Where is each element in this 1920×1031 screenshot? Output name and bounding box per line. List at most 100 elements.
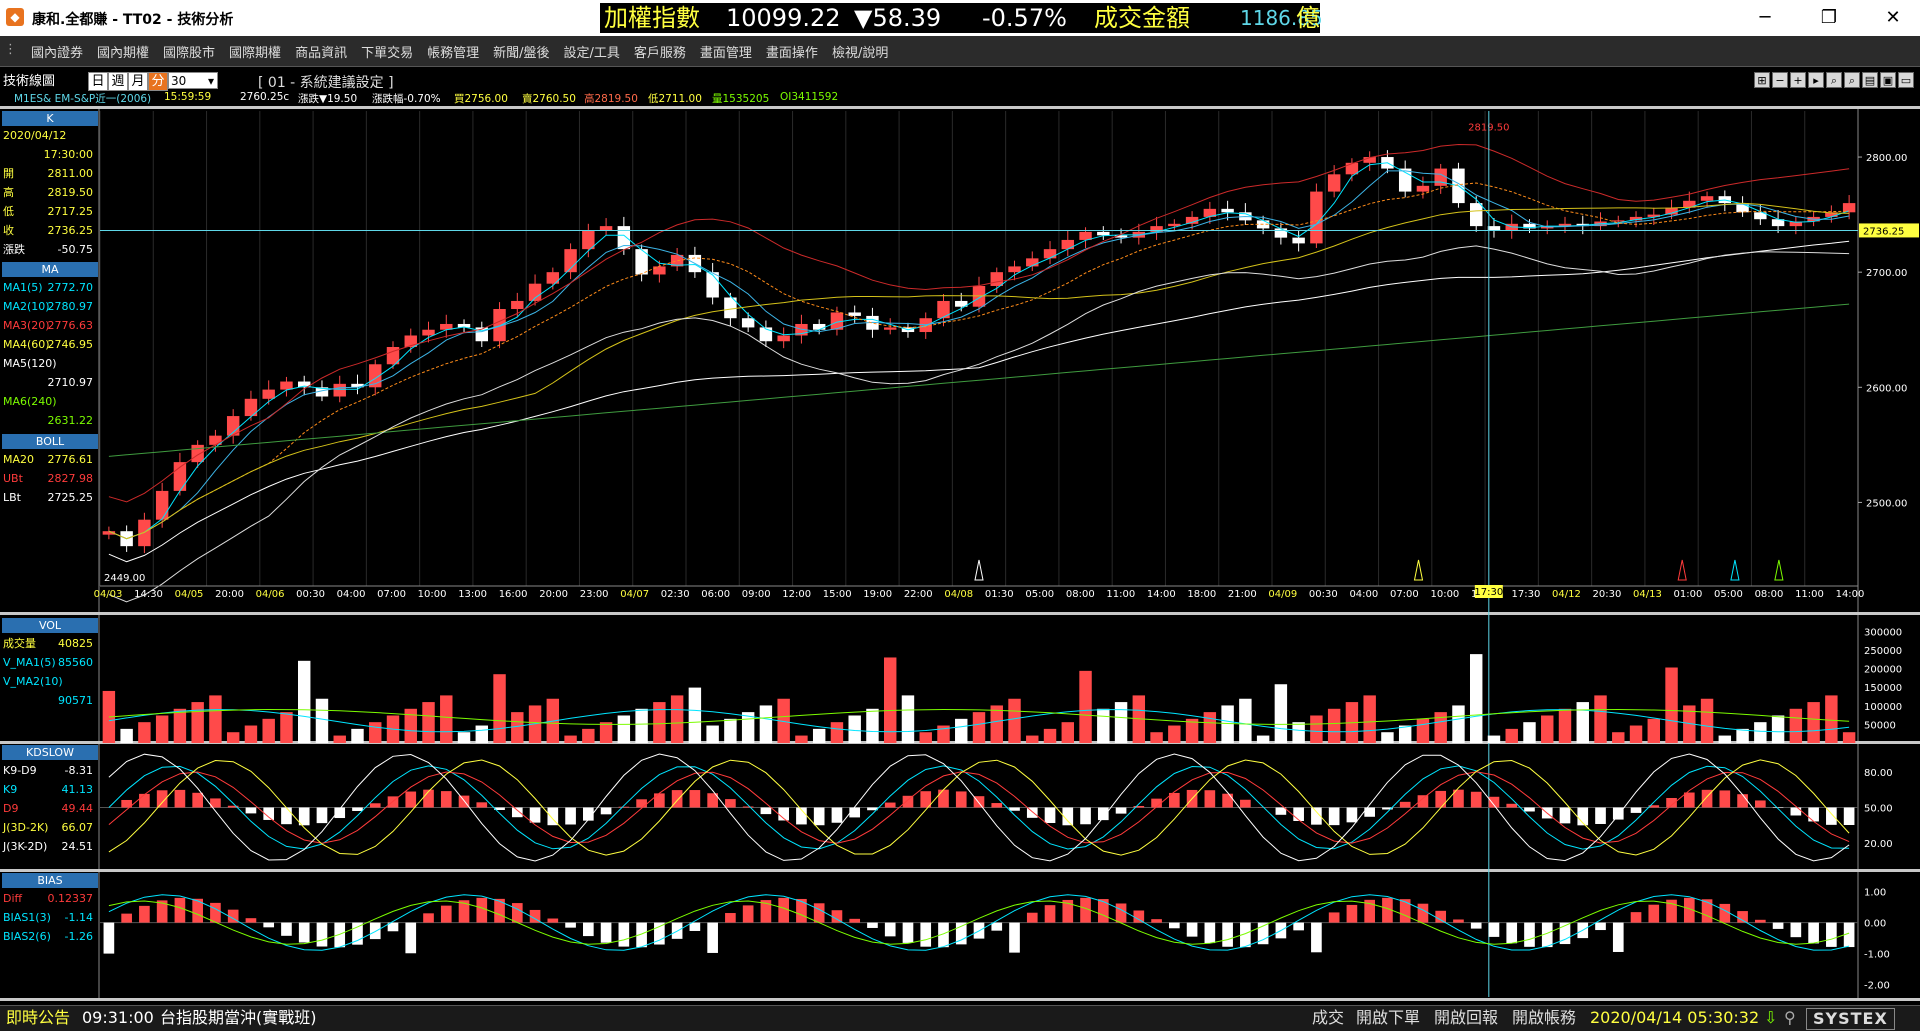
volume-bar [1541, 715, 1553, 743]
bias-histogram-bar [121, 914, 132, 923]
kd-tick-label: 50.00 [1864, 804, 1893, 815]
time-axis-label: 00:30 [1309, 589, 1338, 600]
bias-histogram-bar [903, 923, 914, 943]
volume-bar [1701, 699, 1713, 743]
chart-area[interactable]: 2500.002600.002700.002800.002736.252449.… [0, 0, 1920, 1005]
status-link-account[interactable]: 開啟帳務 [1512, 1006, 1576, 1030]
time-axis-label: 00:30 [296, 589, 325, 600]
bias-histogram-bar [1524, 923, 1535, 947]
time-axis-label: 12:00 [782, 589, 811, 600]
bias-histogram-bar [1400, 899, 1411, 922]
time-axis-label: 13:00 [458, 589, 487, 600]
volume-bar [1559, 709, 1571, 743]
volume-bar [245, 726, 257, 743]
volume-bar [671, 695, 683, 743]
volume-bar [1790, 709, 1802, 743]
low-price-label: 2449.00 [104, 573, 145, 584]
volume-bar [1825, 695, 1837, 743]
bias-histogram-bar [1187, 923, 1198, 937]
status-link-report[interactable]: 開啟回報 [1434, 1006, 1498, 1030]
time-axis-label: 11:00 [1106, 589, 1135, 600]
volume-bar [280, 712, 292, 743]
bias-histogram-bar [1808, 923, 1819, 944]
volume-bar [1399, 726, 1411, 743]
kd-histogram-bar [1506, 804, 1517, 808]
status-message[interactable]: 台指股期當沖(實戰班) [160, 1006, 317, 1030]
volume-bar [1008, 699, 1020, 743]
volume-bar [334, 736, 346, 743]
volume-bar [689, 688, 701, 743]
volume-bar [1736, 729, 1748, 743]
kd-histogram-bar [1276, 808, 1287, 815]
bias-histogram-bar [707, 923, 718, 953]
bias-histogram-bar [1009, 923, 1020, 953]
bias-histogram-bar [1595, 923, 1606, 930]
volume-bar [191, 702, 203, 743]
pane-divider [0, 612, 1920, 615]
kd-histogram-bar [849, 808, 860, 818]
volume-bar [1026, 736, 1038, 743]
kd-histogram-bar [299, 808, 310, 826]
kd-histogram-bar [1755, 800, 1766, 807]
time-axis-label: 04/05 [175, 589, 204, 600]
bias-histogram-bar [1311, 923, 1322, 953]
bias-histogram-bar [476, 898, 487, 923]
bias-histogram-bar [1648, 905, 1659, 923]
volume-bar [1292, 722, 1304, 743]
kd-histogram-bar [1524, 808, 1535, 812]
candle-body [174, 462, 186, 491]
kd-histogram-bar [1773, 808, 1784, 809]
time-axis-label: 10:00 [1430, 589, 1459, 600]
volume-bar [1079, 671, 1091, 743]
candle-body [1044, 249, 1056, 258]
volume-bar [1310, 715, 1322, 743]
volume-bar [1115, 702, 1127, 743]
time-axis-label: 04/08 [944, 589, 973, 600]
kd-histogram-bar [1116, 808, 1127, 814]
signal-marker-icon [1731, 560, 1739, 580]
time-axis-label: 04/09 [1268, 589, 1297, 600]
signal-marker-icon [975, 560, 983, 580]
kd-histogram-bar [1098, 808, 1109, 821]
time-axis-label: 04:00 [337, 589, 366, 600]
kd-histogram-bar [1293, 808, 1304, 821]
bias-histogram-bar [1613, 923, 1624, 952]
volume-bar [902, 695, 914, 743]
bias-histogram-bar [1133, 911, 1144, 923]
ma5-line [109, 163, 1849, 539]
candle-body [334, 384, 346, 397]
bias-histogram-bar [334, 923, 345, 948]
bias-histogram-bar [1453, 919, 1464, 922]
volume-bar [724, 719, 736, 743]
bias-histogram-bar [1222, 923, 1233, 947]
bias-histogram-bar [1329, 912, 1340, 922]
bias-histogram-bar [583, 923, 594, 936]
kd-tick-label: 80.00 [1864, 768, 1893, 779]
volume-bar [600, 722, 612, 743]
time-axis-label: 15:00 [823, 589, 852, 600]
bias-histogram-bar [210, 903, 221, 923]
bias-histogram-bar [299, 923, 310, 943]
status-label[interactable]: 即時公告 [6, 1006, 70, 1030]
time-axis-label: 20:00 [539, 589, 568, 600]
volume-bar [1506, 729, 1518, 743]
kd-histogram-bar [1009, 808, 1020, 811]
kd-histogram-bar [423, 790, 434, 808]
bias-histogram-bar [690, 923, 701, 931]
bias-histogram-bar [849, 919, 860, 923]
kd-histogram-bar [654, 793, 665, 807]
candle-body [280, 382, 292, 390]
status-link-order[interactable]: 開啟下單 [1356, 1006, 1420, 1030]
bias-histogram-bar [1151, 919, 1162, 922]
volume-bar [1648, 719, 1660, 743]
brand-logo: SYSTEX [1806, 1008, 1895, 1030]
bias-histogram-bar [441, 906, 452, 923]
time-axis-label: 16:00 [499, 589, 528, 600]
candle-body [813, 324, 825, 330]
bias-histogram-bar [281, 923, 292, 936]
kd-histogram-bar [1595, 808, 1606, 824]
bias-histogram-bar [263, 923, 274, 928]
volume-bar [476, 726, 488, 743]
status-link-fills[interactable]: 成交 [1312, 1006, 1344, 1030]
kd-histogram-bar [1240, 800, 1251, 808]
